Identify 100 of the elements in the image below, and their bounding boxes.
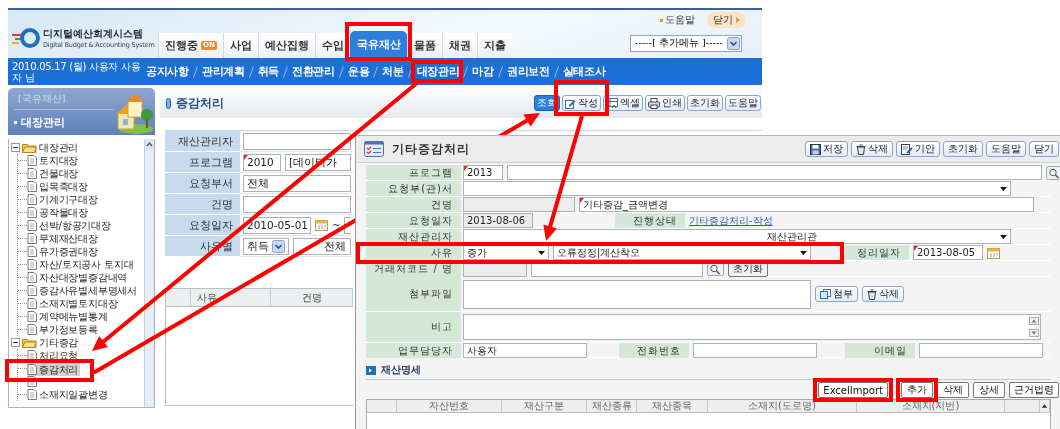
menu-link[interactable]: 권리보전 [506,64,550,79]
attach-button[interactable]: 첨부 [815,286,858,302]
draft-button[interactable]: 기안 [896,141,940,157]
current-menu: 대장관리 [21,115,65,130]
grid-button[interactable]: ExcelImport [818,382,888,398]
toolbar-button[interactable]: 도움말 [725,95,761,111]
save-button[interactable]: 저장 [805,141,848,157]
scroll-down-icon[interactable] [1029,329,1039,337]
document-icon [27,246,37,257]
grid-button[interactable]: 추가 [901,382,933,398]
tree-folder[interactable]: 기타증감 [11,336,81,349]
document-icon [27,259,37,270]
tree-item[interactable]: 증감사유별세부명세서 [27,284,139,297]
close-button[interactable]: 닫기 [707,12,746,28]
slash-icon [338,65,344,78]
input-field[interactable]: 기타증감_금액변경 [579,197,1034,212]
select-field[interactable]: 취득 [243,237,289,255]
tree-folder[interactable]: 대장관리 [11,141,81,154]
delete-button[interactable]: 삭제 [851,141,893,157]
input-field[interactable]: 2013 [463,165,503,180]
input-field[interactable] [243,195,351,213]
date-field[interactable]: 2013-08-05 [913,245,983,260]
grid-button[interactable]: 삭제 [937,382,969,398]
tree-item[interactable]: 공작물대장 [27,206,90,219]
menu-tab[interactable]: 채권 [441,33,477,58]
column-header: 재산종류 [587,400,637,413]
delete-button[interactable]: 삭제 [862,286,904,302]
date-field[interactable]: 2013-08-06 [463,213,533,228]
document-icon [27,298,37,309]
section-icon [366,365,376,375]
text-area[interactable] [463,314,1041,340]
date-field[interactable]: 2010-05-01 [243,216,311,234]
menu-tab[interactable]: 예산집행 [257,33,315,58]
field-label: 전화번호 [619,343,689,358]
menu-link[interactable]: 대장관리 [416,64,460,79]
collapse-toggle-icon[interactable] [11,143,20,152]
tree-item[interactable]: 소재지별토지대장 [27,297,120,310]
menu-link[interactable]: 처분 [382,64,404,79]
input-field[interactable] [507,165,1042,180]
calendar-icon [315,219,328,231]
menu-link[interactable]: 운용 [347,64,370,79]
field-label: 건명 [366,197,461,212]
tree-item[interactable]: 토지대장 [27,154,81,167]
select-field[interactable] [463,181,1011,196]
input-field[interactable]: 사용자 [463,343,587,358]
bullet-icon [660,18,663,22]
slash-icon [248,65,254,78]
menu-link[interactable]: 실태조사 [562,64,606,79]
input-field[interactable]: 전체 [243,174,351,192]
tree-item[interactable]: 자산대장별증감내역 [27,271,130,284]
input-field[interactable] [463,197,575,212]
tree-item[interactable]: 증감처리 [27,363,81,376]
scrollbar[interactable] [144,139,154,407]
menu-tab[interactable]: 지출 [476,33,512,58]
toolbar-button[interactable]: 닫기 [1029,141,1059,157]
slash-icon [553,65,559,78]
search-icon[interactable] [1046,165,1060,180]
tree-item[interactable]: 선박/항공기대장 [27,219,113,232]
tree-item[interactable]: 자산/토지공사 토지대 [27,258,136,271]
tree-item[interactable]: 계약메뉴별통계 [27,310,110,323]
input-field[interactable] [919,343,1043,358]
help-link[interactable]: 도움말 [660,13,695,27]
grid-button[interactable]: 근거법령 [1009,382,1059,398]
column-header: 소재지(도로명) [708,400,857,413]
tree-item[interactable]: 유가증권대장 [27,245,100,258]
menu-link[interactable]: 전환관리 [292,64,335,79]
menu-dropdown[interactable]: -----[ 추가메뉴 ]----- [630,35,742,52]
menu-link[interactable]: 공지사항 [146,64,189,79]
field-label: 요청일자 [366,213,461,228]
toolbar-button[interactable]: 초기화 [943,141,983,157]
input-field[interactable] [243,132,351,150]
grid-button[interactable]: 상세 [973,382,1005,398]
document-icon [27,220,37,231]
status-link[interactable]: 기타증감처리-작성 [689,213,773,228]
trash-icon [856,143,866,155]
menu-link[interactable]: 취득 [257,64,280,79]
toolbar-button[interactable]: 도움말 [986,141,1026,157]
logo-title: 디지털예산회계시스템 [43,27,144,41]
print-button[interactable]: 인쇄 [645,95,685,111]
tree-item[interactable]: 건물대장 [27,167,81,180]
menu-link[interactable]: 관리계획 [201,64,245,79]
tree-item[interactable]: 입목죽대장 [27,180,90,193]
tree-item[interactable]: 기계기구대장 [27,193,100,206]
field-label: 비고 [366,312,461,342]
menu-link[interactable]: 마감 [472,64,494,79]
scroll-up-icon[interactable] [1040,400,1050,413]
select-field[interactable]: 재산관리관 [463,229,1011,244]
toolbar-button[interactable]: 초기화 [687,95,723,111]
house-drawing [114,91,154,135]
tree-item[interactable]: 무체재산대장 [27,232,100,245]
tree-item[interactable]: 부가정보등록 [27,323,100,336]
input-field[interactable]: 2010 [243,153,281,171]
tree-item[interactable]: 소재지일괄변경 [27,388,110,401]
document-icon [27,324,37,335]
input-field[interactable] [693,343,817,358]
collapse-toggle-icon[interactable] [11,338,20,347]
document-pen-icon [901,143,913,155]
write-button[interactable]: 작성 [562,95,601,111]
menu-tab[interactable]: 사업 [222,33,258,58]
excel-button[interactable]: 엑셀 [603,95,643,111]
